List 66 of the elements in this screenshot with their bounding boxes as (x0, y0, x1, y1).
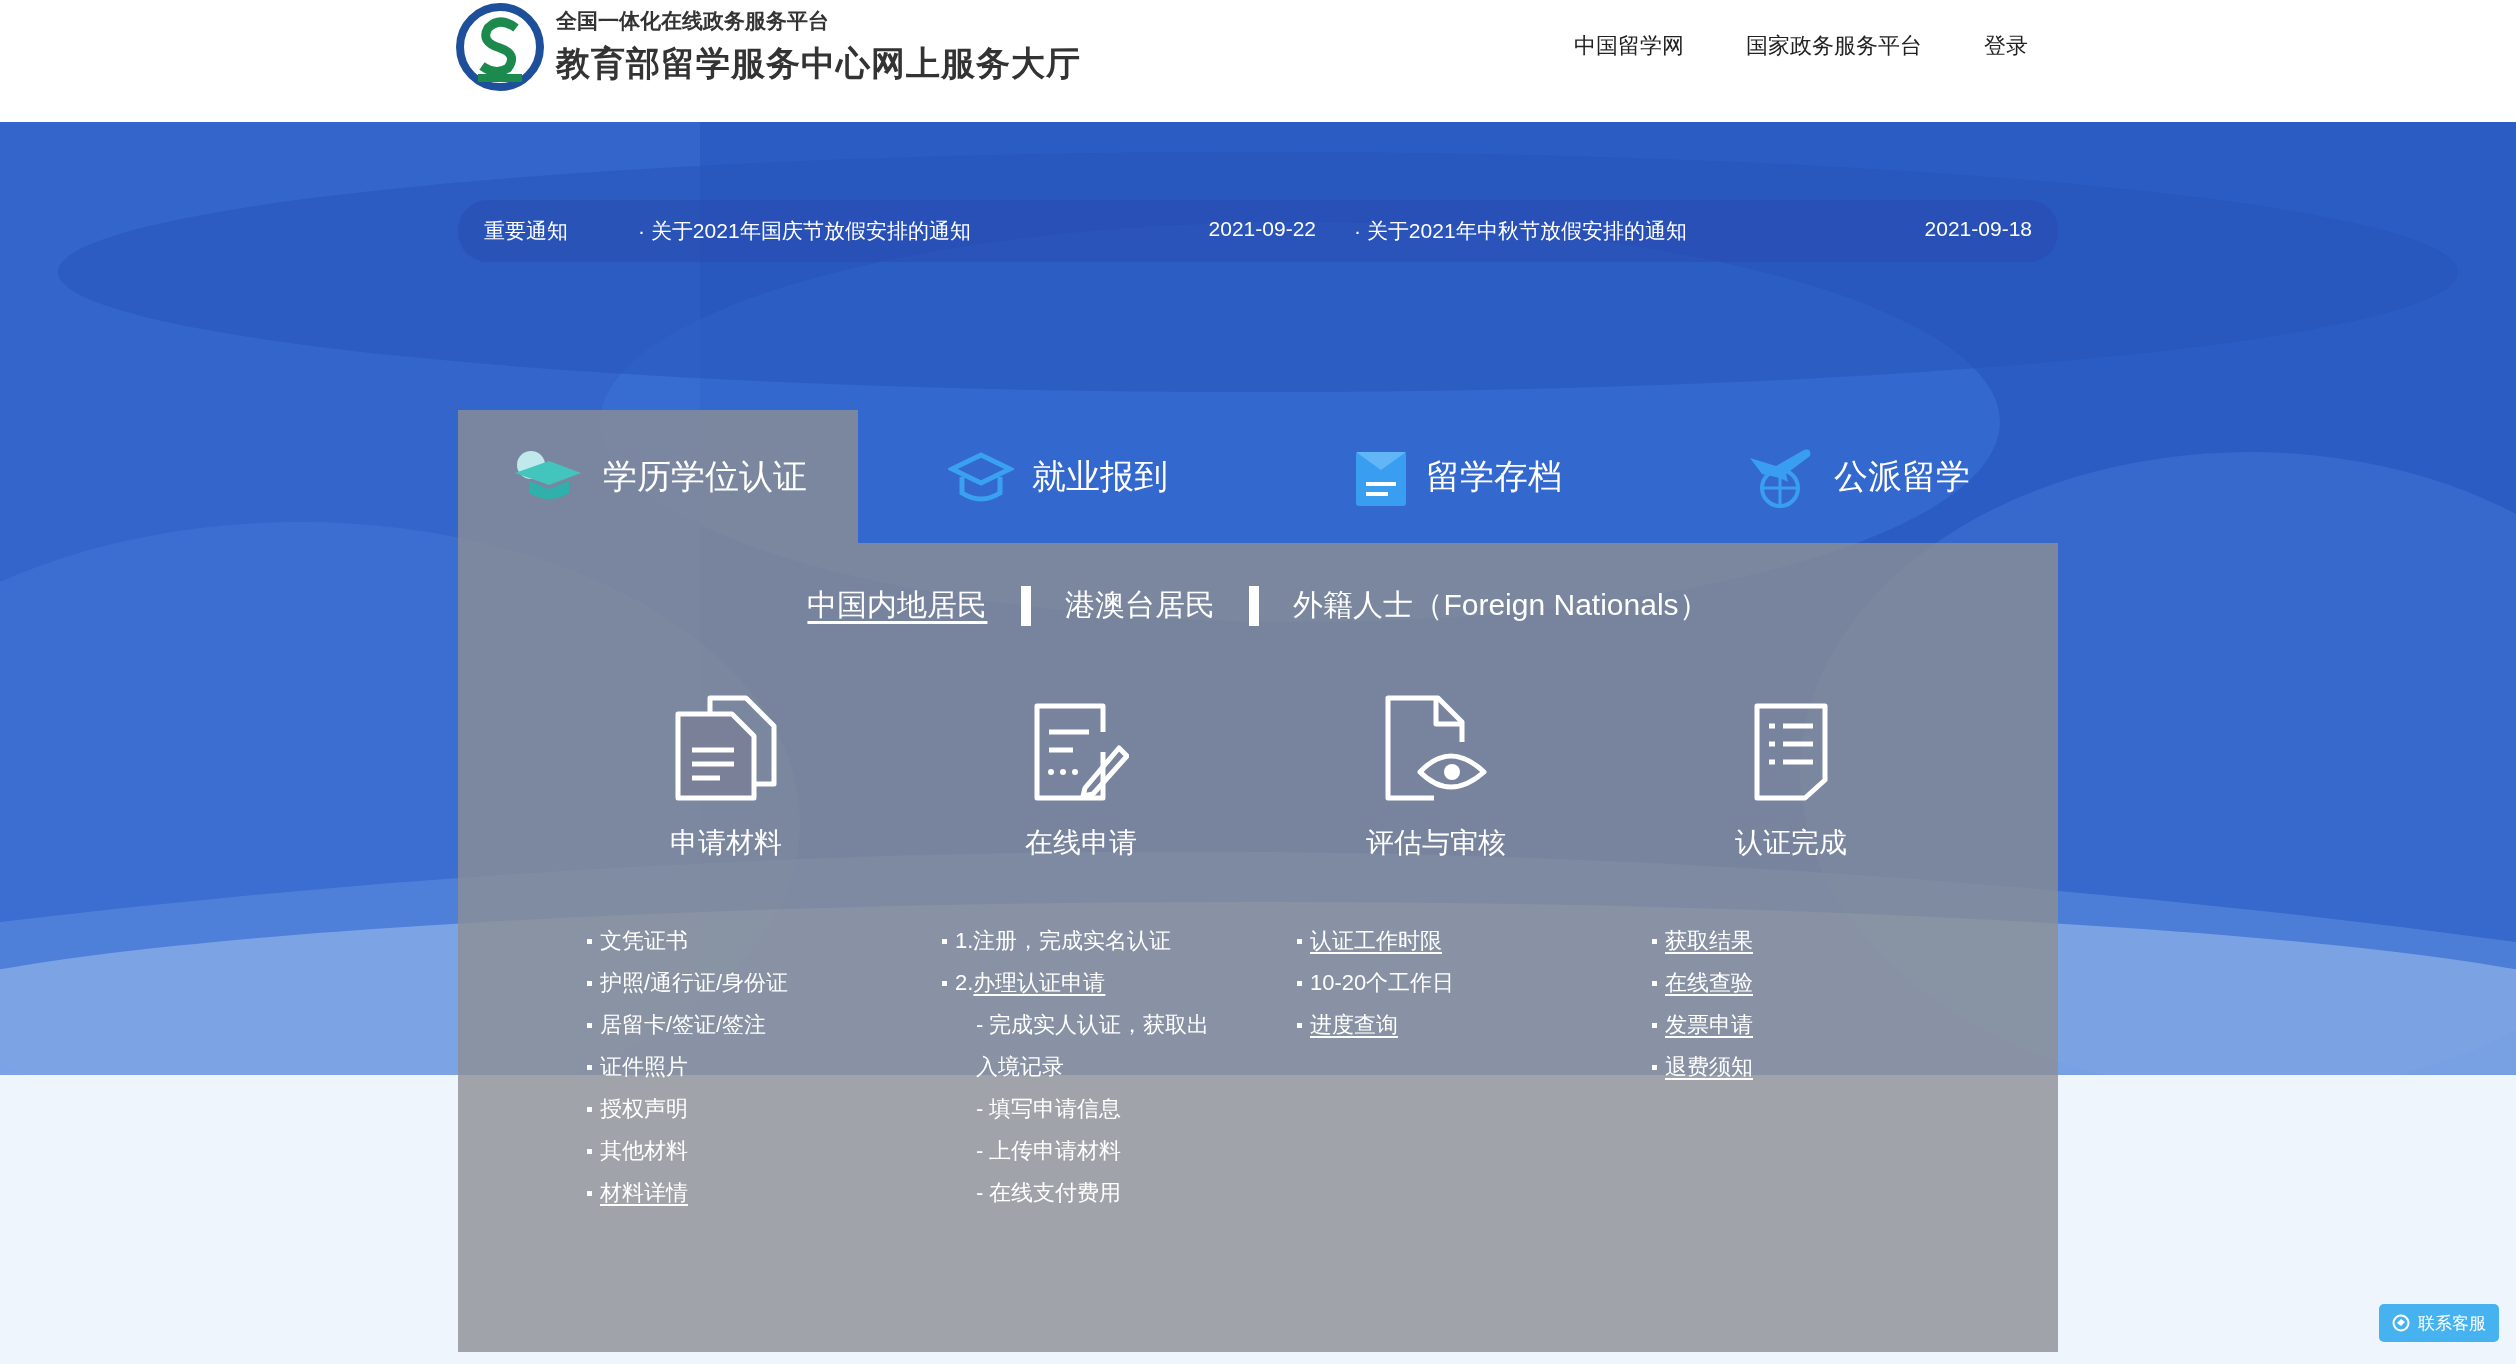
list-link[interactable]: 退费须知 (1665, 1052, 1753, 1082)
list-item: 证件照片 (600, 1053, 688, 1081)
list-item: - 完成实人认证，获取出 (975, 1011, 1210, 1039)
bullet-icon (587, 980, 592, 986)
list-link[interactable]: 办理认证申请 (973, 970, 1106, 995)
list-item: 其他材料 (600, 1137, 688, 1165)
checklist-document-icon (1752, 702, 1829, 802)
service-tab[interactable]: 学历学位认证 (458, 410, 858, 543)
list-item: - 上传申请材料 (975, 1137, 1122, 1165)
bullet-icon (1297, 938, 1302, 944)
step-title: 申请材料 (669, 826, 782, 860)
bullet-icon (1652, 980, 1657, 986)
service-tab[interactable]: 留学存档 (1258, 410, 1658, 543)
bullet-icon (587, 1064, 592, 1070)
divider-bar (1021, 585, 1032, 626)
document-eye-icon (1383, 694, 1488, 802)
list-item: 1.注册，完成实名认证 (955, 927, 1172, 955)
notice-link[interactable]: · 关于2021年国庆节放假安排的通知 2021-09-22 (638, 217, 1354, 245)
list-link[interactable]: 认证工作时限 (1310, 926, 1442, 956)
list-link[interactable]: 发票申请 (1665, 1010, 1753, 1040)
list-link[interactable]: 进度查询 (1310, 1010, 1398, 1040)
audience-tab[interactable]: 外籍人士（Foreign Nationals） (1293, 585, 1709, 626)
documents-icon (673, 694, 778, 802)
step-title: 认证完成 (1734, 826, 1847, 860)
list-item: 授权声明 (600, 1095, 688, 1123)
audience-tab[interactable]: 中国内地居民 (807, 585, 988, 626)
bullet-icon (942, 980, 947, 986)
nav-link[interactable]: 国家政务服务平台 (1746, 31, 1922, 61)
chat-icon (2392, 1314, 2410, 1332)
list-item: 2.办理认证申请 (955, 969, 1106, 997)
service-tab[interactable]: 就业报到 (858, 410, 1258, 543)
service-tab[interactable]: 公派留学 (1658, 410, 2058, 543)
logo-icon (456, 2, 544, 92)
list-item: 入境记录 (975, 1053, 1064, 1081)
nav-link[interactable]: 中国留学网 (1574, 31, 1684, 61)
notice-label: 重要通知 (484, 218, 569, 244)
bullet-icon (587, 1190, 592, 1196)
platform-subtitle: 全国一体化在线政务服务平台 (556, 8, 830, 34)
bullet-icon (1297, 980, 1302, 986)
bullet-icon (587, 1148, 592, 1154)
nav-link[interactable]: 登录 (1984, 31, 2028, 61)
bullet-icon (1652, 1022, 1657, 1028)
bullet-icon (587, 938, 592, 944)
list-item: 文凭证书 (600, 927, 688, 955)
list-item: 居留卡/签证/签注 (600, 1011, 767, 1039)
notice-link[interactable]: · 关于2021年中秋节放假安排的通知 2021-09-18 (1354, 217, 2032, 245)
bullet-icon (587, 1106, 592, 1112)
step-title: 评估与审核 (1365, 826, 1506, 860)
audience-tab[interactable]: 港澳台居民 (1065, 585, 1216, 626)
form-pen-icon (1032, 702, 1129, 802)
list-link[interactable]: 材料详情 (600, 1178, 688, 1208)
list-item: - 在线支付费用 (975, 1179, 1122, 1207)
bullet-icon (942, 938, 947, 944)
bullet-icon (1652, 938, 1657, 944)
support-button[interactable]: 联系客服 (2379, 1304, 2499, 1342)
site-title: 教育部留学服务中心网上服务大厅 (556, 43, 1081, 84)
step-title: 在线申请 (1024, 826, 1137, 860)
list-item: - 填写申请信息 (975, 1095, 1122, 1123)
list-link[interactable]: 在线查验 (1665, 968, 1753, 998)
divider-bar (1249, 585, 1260, 626)
bullet-icon (1297, 1022, 1302, 1028)
bullet-icon (1652, 1064, 1657, 1070)
bullet-icon (587, 1022, 592, 1028)
list-link[interactable]: 获取结果 (1665, 926, 1753, 956)
list-item: 10-20个工作日 (1310, 969, 1455, 997)
list-item: 护照/通行证/身份证 (600, 969, 789, 997)
